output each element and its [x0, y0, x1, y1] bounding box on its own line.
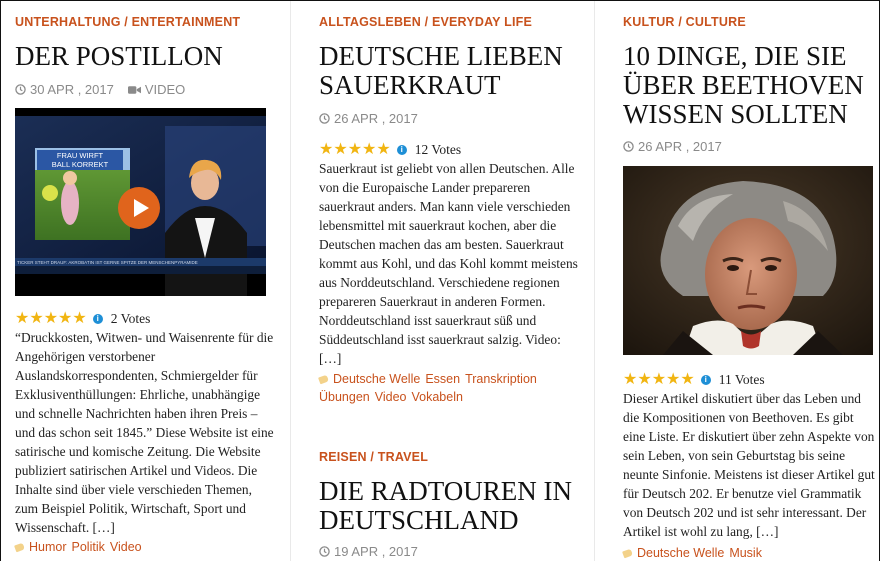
- tag-link[interactable]: Deutsche Welle: [637, 544, 724, 561]
- beethoven-portrait[interactable]: [623, 166, 873, 355]
- star-rating[interactable]: ★★★★★: [15, 311, 87, 327]
- article-date: 26 APR , 2017: [638, 139, 722, 154]
- clock-icon: [319, 546, 330, 557]
- video-camera-icon: [127, 85, 141, 94]
- star-rating[interactable]: ★★★★★: [623, 372, 695, 388]
- video-banner: FRAU WIRFT BALL KORREKT: [37, 150, 123, 170]
- article-excerpt: “Druckkosten, Witwen- und Waisenrente fü…: [15, 330, 274, 535]
- tag-link[interactable]: Musik: [729, 544, 762, 561]
- tag-link[interactable]: Transkription: [465, 370, 537, 388]
- article-title[interactable]: DER POSTILLON: [15, 42, 280, 71]
- video-banner-line: BALL KORREKT: [51, 160, 109, 169]
- tag-icon: [14, 542, 25, 552]
- clock-icon: [15, 84, 26, 95]
- tag-link[interactable]: Politik: [72, 538, 105, 556]
- article-media-type[interactable]: VIDEO: [145, 82, 185, 97]
- article-rating: ★★★★★ i 11 Votes: [623, 372, 765, 388]
- video-thumbnail[interactable]: FRAU WIRFT BALL KORREKT TICKER STEHT DRA…: [15, 108, 266, 296]
- article-title[interactable]: 10 DINGE, DIE SIE ÜBER BEETHOVEN WISSEN …: [623, 42, 878, 129]
- info-icon[interactable]: i: [700, 375, 711, 385]
- article-category-link[interactable]: KULTUR / CULTURE: [623, 15, 746, 29]
- tag-link[interactable]: Essen: [425, 370, 460, 388]
- vote-count: 11 Votes: [718, 372, 765, 387]
- article-meta: 26 APR , 2017: [319, 111, 418, 126]
- article-meta: 19 APR , 2017: [319, 544, 418, 559]
- vote-count: 2 Votes: [110, 311, 151, 326]
- portrait-image: [623, 166, 873, 355]
- article-category-link[interactable]: REISEN / TRAVEL: [319, 450, 428, 464]
- tag-link[interactable]: Humor: [29, 538, 67, 556]
- star-rating[interactable]: ★★★★★: [319, 142, 391, 158]
- tag-link[interactable]: Vokabeln: [412, 388, 463, 406]
- article-meta: 30 APR , 2017 VIDEO: [15, 82, 185, 97]
- clock-icon: [319, 113, 330, 124]
- info-icon[interactable]: i: [92, 314, 103, 324]
- article-grid: UNTERHALTUNG / ENTERTAINMENT DER POSTILL…: [0, 0, 880, 561]
- article-tags: Deutsche Welle Essen Transkription Übung…: [318, 370, 569, 406]
- info-icon[interactable]: i: [396, 145, 407, 155]
- tag-link[interactable]: Deutsche Welle: [333, 370, 420, 388]
- article-title[interactable]: DIE RADTOUREN IN DEUTSCHLAND: [319, 477, 584, 535]
- article-rating: ★★★★★ i 2 Votes: [15, 311, 150, 327]
- tag-icon: [318, 374, 329, 384]
- play-icon: [134, 199, 149, 217]
- article-tags: Humor Politik Video: [14, 538, 277, 556]
- play-button[interactable]: [118, 187, 160, 229]
- article-date: 26 APR , 2017: [334, 111, 418, 126]
- article-rating: ★★★★★ i 12 Votes: [319, 142, 461, 158]
- video-banner-line: FRAU WIRFT: [56, 151, 104, 160]
- video-ticker: TICKER STEHT DRAUF: AKROBATIN IST GERNE …: [17, 260, 198, 265]
- article-excerpt: Sauerkraut ist geliebt von allen Deutsch…: [319, 161, 578, 366]
- article-date: 19 APR , 2017: [334, 544, 418, 559]
- tag-link[interactable]: Übungen: [319, 388, 370, 406]
- tag-icon: [622, 548, 633, 558]
- article-tags: Deutsche Welle Musik: [622, 544, 873, 561]
- article-excerpt: Dieser Artikel diskutiert über das Leben…: [623, 391, 875, 539]
- vote-count: 12 Votes: [414, 142, 462, 157]
- clock-icon: [623, 141, 634, 152]
- article-category-link[interactable]: ALLTAGSLEBEN / EVERYDAY LIFE: [319, 15, 532, 29]
- article-category-link[interactable]: UNTERHALTUNG / ENTERTAINMENT: [15, 15, 240, 29]
- article-meta: 26 APR , 2017: [623, 139, 722, 154]
- tag-link[interactable]: Video: [110, 538, 142, 556]
- article-date: 30 APR , 2017: [30, 82, 114, 97]
- article-title[interactable]: DEUTSCHE LIEBEN SAUERKRAUT: [319, 42, 584, 100]
- tag-link[interactable]: Video: [375, 388, 407, 406]
